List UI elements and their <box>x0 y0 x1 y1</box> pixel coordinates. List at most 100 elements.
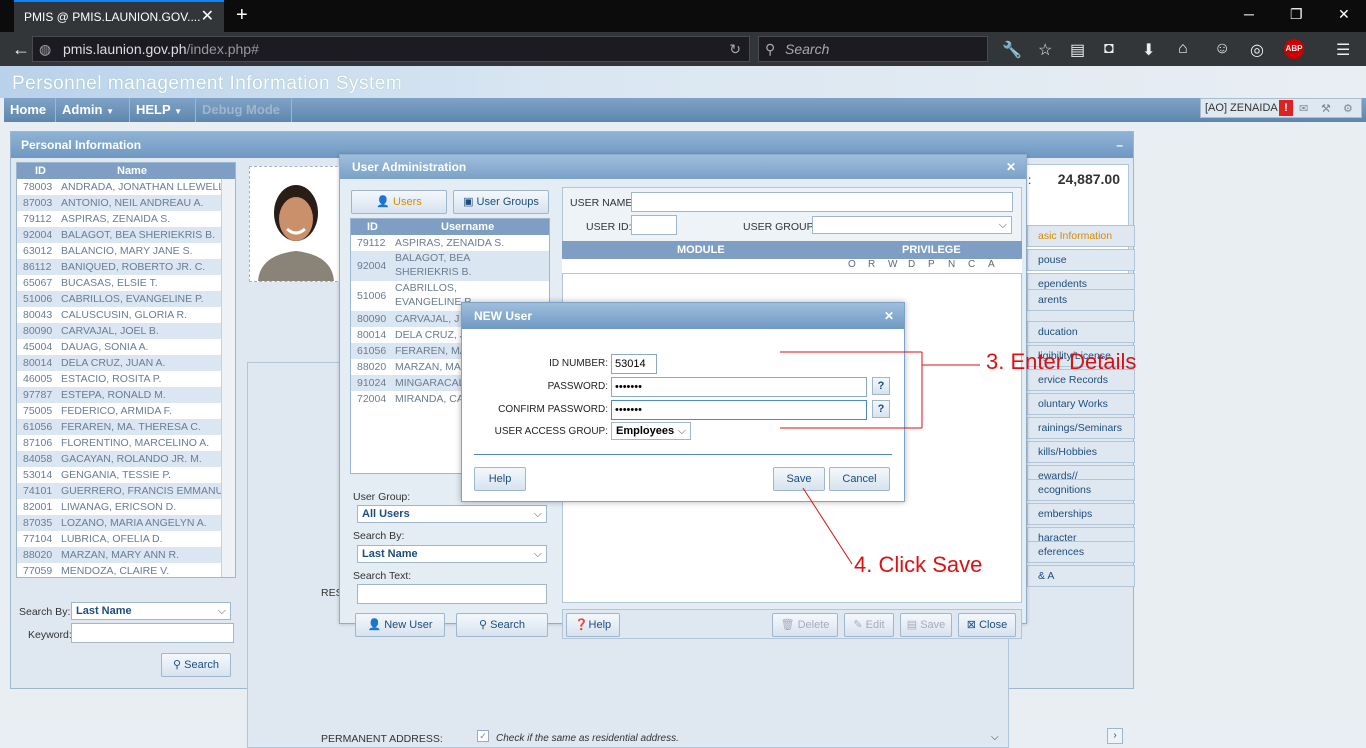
table-row[interactable]: 79112 ASPIRAS, ZENAIDA S. <box>17 211 235 227</box>
alert-icon[interactable]: ! <box>1279 100 1293 116</box>
close-icon[interactable]: ✕ <box>884 303 894 329</box>
tab-user-groups[interactable]: ▣ User Groups <box>453 190 549 214</box>
reading-list-icon[interactable]: ▤ <box>1070 40 1085 60</box>
chevron-down-icon[interactable]: ⌵ <box>991 732 999 743</box>
edit-button[interactable]: ✎ Edit <box>844 613 894 637</box>
pocket-icon[interactable]: ◘ <box>1104 40 1114 58</box>
user-group-select[interactable]: All Users ⌵ <box>357 505 547 523</box>
collapse-icon[interactable]: – <box>1116 132 1123 158</box>
search-text-input[interactable] <box>357 584 547 604</box>
password-help-button[interactable]: ? <box>872 377 890 395</box>
search-by-select[interactable]: Last Name ⌵ <box>357 545 547 563</box>
table-row[interactable]: 88020 MARZAN, MARY ANN R. <box>17 547 235 563</box>
table-row[interactable]: 92004 BALAGOT, BEA SHERIEKRIS B. <box>17 227 235 243</box>
side-tab[interactable]: ecognitions <box>1027 479 1135 501</box>
back-icon[interactable]: ← <box>12 39 30 60</box>
new-user-cancel-button[interactable]: Cancel <box>829 467 890 491</box>
table-row[interactable]: 63012 BALANCIO, MARY JANE S. <box>17 243 235 259</box>
table-row[interactable]: 75005 FEDERICO, ARMIDA F. <box>17 403 235 419</box>
table-row[interactable]: 46005 ESTACIO, ROSITA P. <box>17 371 235 387</box>
chevron-right-icon[interactable]: › <box>1107 728 1123 744</box>
admin-save-button[interactable]: ▤ Save <box>900 613 952 637</box>
employee-list-scrollbar[interactable] <box>221 179 235 577</box>
same-address-checkbox[interactable]: ✓ <box>477 730 489 742</box>
mail-icon[interactable]: ✉ <box>1299 100 1308 118</box>
menu-admin[interactable]: Admin ▼ <box>56 98 130 122</box>
confirm-password-input[interactable]: ••••••• <box>611 400 867 420</box>
table-row[interactable]: 92004 BALAGOT, BEA SHERIEKRIS B. <box>351 251 549 281</box>
user-id-input[interactable] <box>631 215 677 235</box>
hamburger-menu-icon[interactable]: ☰ <box>1336 40 1350 60</box>
tab-users[interactable]: 👤 Users <box>351 190 447 214</box>
table-row[interactable]: 79112 ASPIRAS, ZENAIDA S. <box>351 235 549 251</box>
id-number-input[interactable]: 53014 <box>611 354 657 374</box>
delete-button[interactable]: 🗑 Delete <box>772 613 838 637</box>
side-tab[interactable]: asic Information <box>1027 225 1135 247</box>
table-row[interactable]: 77059 MENDOZA, CLAIRE V. <box>17 563 235 577</box>
user-group-field-select[interactable]: ⌵ <box>812 216 1012 234</box>
side-tab[interactable]: rainings/Seminars <box>1027 417 1135 439</box>
table-row[interactable]: 74101 GUERRERO, FRANCIS EMMANUEL <box>17 483 235 499</box>
wrench-icon[interactable]: ⚒ <box>1321 100 1331 118</box>
table-row[interactable]: 80090 CARVAJAL, JOEL B. <box>17 323 235 339</box>
side-tab[interactable]: arents <box>1027 289 1135 311</box>
close-button[interactable]: ⊠ Close <box>958 613 1016 637</box>
wrench-icon[interactable]: 🔧 <box>1002 40 1022 60</box>
search-bar[interactable]: ⚲ Search <box>758 36 988 62</box>
side-tab[interactable]: ducation <box>1027 321 1135 343</box>
table-row[interactable]: 87035 LOZANO, MARIA ANGELYN A. <box>17 515 235 531</box>
new-user-save-button[interactable]: Save <box>773 467 825 491</box>
table-row[interactable]: 82001 LIWANAG, ERICSON D. <box>17 499 235 515</box>
menu-debug-mode[interactable]: Debug Mode <box>196 98 292 122</box>
table-row[interactable]: 51006 CABRILLOS, EVANGELINE P. <box>17 291 235 307</box>
adblock-icon[interactable]: ABP <box>1284 39 1304 59</box>
access-group-select[interactable]: Employees ⌵ <box>611 422 691 440</box>
minimize-icon[interactable]: ─ <box>1244 6 1254 22</box>
smiley-icon[interactable]: ☺ <box>1214 40 1230 58</box>
url-bar[interactable]: ◍ pmis.launion.gov.ph/index.php# ↻ <box>32 36 750 62</box>
table-row[interactable]: 61056 FERAREN, MA. THERESA C. <box>17 419 235 435</box>
password-input[interactable]: ••••••• <box>611 377 867 397</box>
table-row[interactable]: 84058 GACAYAN, ROLANDO JR. M. <box>17 451 235 467</box>
settings-icon[interactable]: ⚙ <box>1343 100 1353 118</box>
new-user-help-button[interactable]: Help <box>474 467 526 491</box>
browser-tab[interactable]: PMIS @ PMIS.LAUNION.GOV.... ✕ <box>14 0 224 32</box>
table-row[interactable]: 45004 DAUAG, SONIA A. <box>17 339 235 355</box>
side-tab[interactable]: emberships <box>1027 503 1135 525</box>
user-search-button[interactable]: ⚲ Search <box>456 613 548 637</box>
side-tab[interactable]: & A <box>1027 565 1135 587</box>
side-tab[interactable]: pouse <box>1027 249 1135 271</box>
search-by-select[interactable]: Last Name ⌵ <box>71 602 231 620</box>
table-row[interactable]: 87003 ANTONIO, NEIL ANDREAU A. <box>17 195 235 211</box>
close-icon[interactable]: ✕ <box>1006 155 1016 179</box>
confirm-help-button[interactable]: ? <box>872 400 890 418</box>
table-row[interactable]: 80014 DELA CRUZ, JUAN A. <box>17 355 235 371</box>
table-row[interactable]: 77104 LUBRICA, OFELIA D. <box>17 531 235 547</box>
side-tab[interactable]: eferences <box>1027 541 1135 563</box>
new-tab-icon[interactable]: + <box>236 4 248 27</box>
globe-network-icon[interactable]: ◎ <box>1250 40 1264 60</box>
table-row[interactable]: 80043 CALUSCUSIN, GLORIA R. <box>17 307 235 323</box>
admin-help-button[interactable]: ❓Help <box>566 613 620 637</box>
side-tab[interactable]: oluntary Works <box>1027 393 1135 415</box>
side-tab[interactable]: kills/Hobbies <box>1027 441 1135 463</box>
table-row[interactable]: 86112 BANIQUED, ROBERTO JR. C. <box>17 259 235 275</box>
close-window-icon[interactable]: ✕ <box>1338 6 1350 23</box>
reload-icon[interactable]: ↻ <box>729 37 741 61</box>
download-icon[interactable]: ⬇ <box>1142 40 1155 60</box>
user-name-input[interactable] <box>631 192 1013 212</box>
table-row[interactable]: 97787 ESTEPA, RONALD M. <box>17 387 235 403</box>
home-icon[interactable]: ⌂ <box>1178 40 1188 58</box>
new-user-button[interactable]: 👤 New User <box>355 613 445 637</box>
keyword-input[interactable] <box>71 623 234 643</box>
employee-search-button[interactable]: ⚲ Search <box>161 653 231 677</box>
table-row[interactable]: 78003 ANDRADA, JONATHAN LLEWELLYN <box>17 179 235 195</box>
bookmark-star-icon[interactable]: ☆ <box>1038 40 1052 60</box>
menu-help[interactable]: HELP ▼ <box>130 98 196 122</box>
close-tab-icon[interactable]: ✕ <box>201 2 214 32</box>
table-row[interactable]: 65067 BUCASAS, ELSIE T. <box>17 275 235 291</box>
table-row[interactable]: 53014 GENGANIA, TESSIE P. <box>17 467 235 483</box>
table-row[interactable]: 87106 FLORENTINO, MARCELINO A. <box>17 435 235 451</box>
menu-home[interactable]: Home <box>4 98 56 122</box>
restore-icon[interactable]: ❐ <box>1290 6 1303 23</box>
